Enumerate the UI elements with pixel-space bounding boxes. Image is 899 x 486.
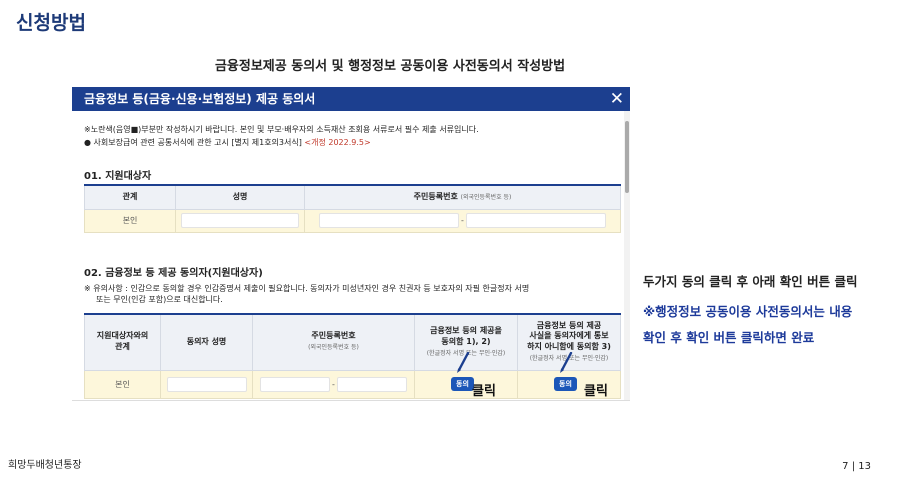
relation-cell: 본인 xyxy=(84,369,161,399)
col-header-id: 주민등록번호 (외국인등록번호 등) xyxy=(304,184,621,210)
name-cell xyxy=(160,369,253,399)
agree-notify-button[interactable]: 동의 xyxy=(554,377,577,391)
instruction-line-1: 두가지 동의 클릭 후 아래 확인 버튼 클릭 xyxy=(643,274,858,289)
id-dash: - xyxy=(332,379,335,389)
close-icon[interactable]: ✕ xyxy=(610,87,624,111)
instruction-line-3: 확인 후 확인 버튼 클릭하면 완료 xyxy=(643,330,815,345)
table-row: 본인 - xyxy=(84,208,621,233)
table-header-row: 지원대상자와의 관계 동의자 성명 주민등록번호 (외국인등록번호 등) 금융정… xyxy=(84,313,621,371)
consent-form-window: 금융정보 등(금융·신용·보험정보) 제공 동의서 ✕ ※노란색(음영■)부분만… xyxy=(72,87,630,401)
col-header-relation-line2: 관계 xyxy=(115,342,130,352)
col-header-id: 주민등록번호 (외국인등록번호 등) xyxy=(252,313,415,371)
consenter-name-input[interactable] xyxy=(166,376,247,392)
consenter-table: 지원대상자와의 관계 동의자 성명 주민등록번호 (외국인등록번호 등) 금융정… xyxy=(84,313,621,399)
col-header-relation-line1: 지원대상자와의 xyxy=(96,331,149,341)
table-row: 본인 - 동의 동의 xyxy=(84,369,621,399)
window-title: 금융정보 등(금융·신용·보험정보) 제공 동의서 xyxy=(84,92,316,106)
col-header-id-label: 주민등록번호 xyxy=(413,191,458,201)
click-label-notify: 클릭 xyxy=(584,384,608,399)
page-title: 신청방법 xyxy=(16,12,86,34)
consent1-line2: 동의함 1), 2) xyxy=(441,336,491,346)
page-indicator: 7 | 13 xyxy=(842,461,871,472)
footer-brand: 희망두배청년통장 xyxy=(8,460,82,471)
id-back-input[interactable] xyxy=(466,213,607,228)
notice-line-1: ※노란색(음영■)부분만 작성하시기 바랍니다. 본인 및 부모·배우자의 소득… xyxy=(84,125,479,134)
instruction-line-2: ※행정정보 공동이용 사전동의서는 내용 xyxy=(643,304,853,319)
col-header-name: 성명 xyxy=(175,184,305,210)
scrollbar[interactable] xyxy=(624,111,630,400)
consent2-line1: 금융정보 등의 제공 xyxy=(536,320,602,330)
window-header: 금융정보 등(금융·신용·보험정보) 제공 동의서 xyxy=(72,87,630,111)
col-header-relation: 지원대상자와의 관계 xyxy=(84,313,161,371)
col-header-name: 동의자 성명 xyxy=(160,313,253,371)
notice-line-2: ● 사회보장급여 관련 공통서식에 관한 고시 [별지 제1호의3서식] <개정… xyxy=(84,137,371,148)
notice-reference: ● 사회보장급여 관련 공통서식에 관한 고시 [별지 제1호의3서식] xyxy=(84,138,302,147)
consenter-id-back-input[interactable] xyxy=(337,376,408,392)
col-header-id-note: (외국인등록번호 등) xyxy=(308,344,359,352)
id-front-input[interactable] xyxy=(318,213,459,228)
relation-cell: 본인 xyxy=(84,208,176,233)
consent-provide-cell: 동의 xyxy=(414,369,518,399)
agree-provide-button[interactable]: 동의 xyxy=(451,377,474,391)
notice-revision: <개정 2022.9.5> xyxy=(304,138,371,147)
click-label-provide: 클릭 xyxy=(472,384,496,399)
consent2-line2: 사실을 동의자에게 통보 xyxy=(529,331,609,341)
id-dash: - xyxy=(461,216,464,225)
consenter-id-front-input[interactable] xyxy=(259,376,330,392)
name-input[interactable] xyxy=(181,213,299,228)
section-2-title: 02. 금융정보 등 제공 동의자(지원대상자) xyxy=(84,268,263,279)
name-cell xyxy=(175,208,305,233)
caution-line-1: ※ 유의사항 : 인감으로 동의할 경우 인감증명서 제출이 필요합니다. 동의… xyxy=(84,284,530,293)
target-person-table: 관계 성명 주민등록번호 (외국인등록번호 등) 본인 - xyxy=(84,184,621,233)
section-1-title: 01. 지원대상자 xyxy=(84,171,152,182)
col-header-id-note: (외국인등록번호 등) xyxy=(460,193,512,201)
id-cell: - xyxy=(252,369,415,399)
table-header-row: 관계 성명 주민등록번호 (외국인등록번호 등) xyxy=(84,184,621,210)
caution-line-2: 또는 무인(인감 포함)으로 대신합니다. xyxy=(96,295,223,304)
scrollbar-thumb[interactable] xyxy=(625,121,629,193)
consent1-line1: 금융정보 등의 제공을 xyxy=(430,326,502,336)
page-subtitle: 금융정보제공 동의서 및 행정정보 공동이용 사전동의서 작성방법 xyxy=(214,59,566,74)
pen-pointer-icon xyxy=(457,352,470,373)
id-cell: - xyxy=(304,208,621,233)
col-header-id-label: 주민등록번호 xyxy=(311,331,356,341)
consent2-line3: 하지 아니함에 동의함 3) xyxy=(527,342,611,352)
col-header-relation: 관계 xyxy=(84,184,176,210)
pen-pointer-icon xyxy=(560,352,573,373)
